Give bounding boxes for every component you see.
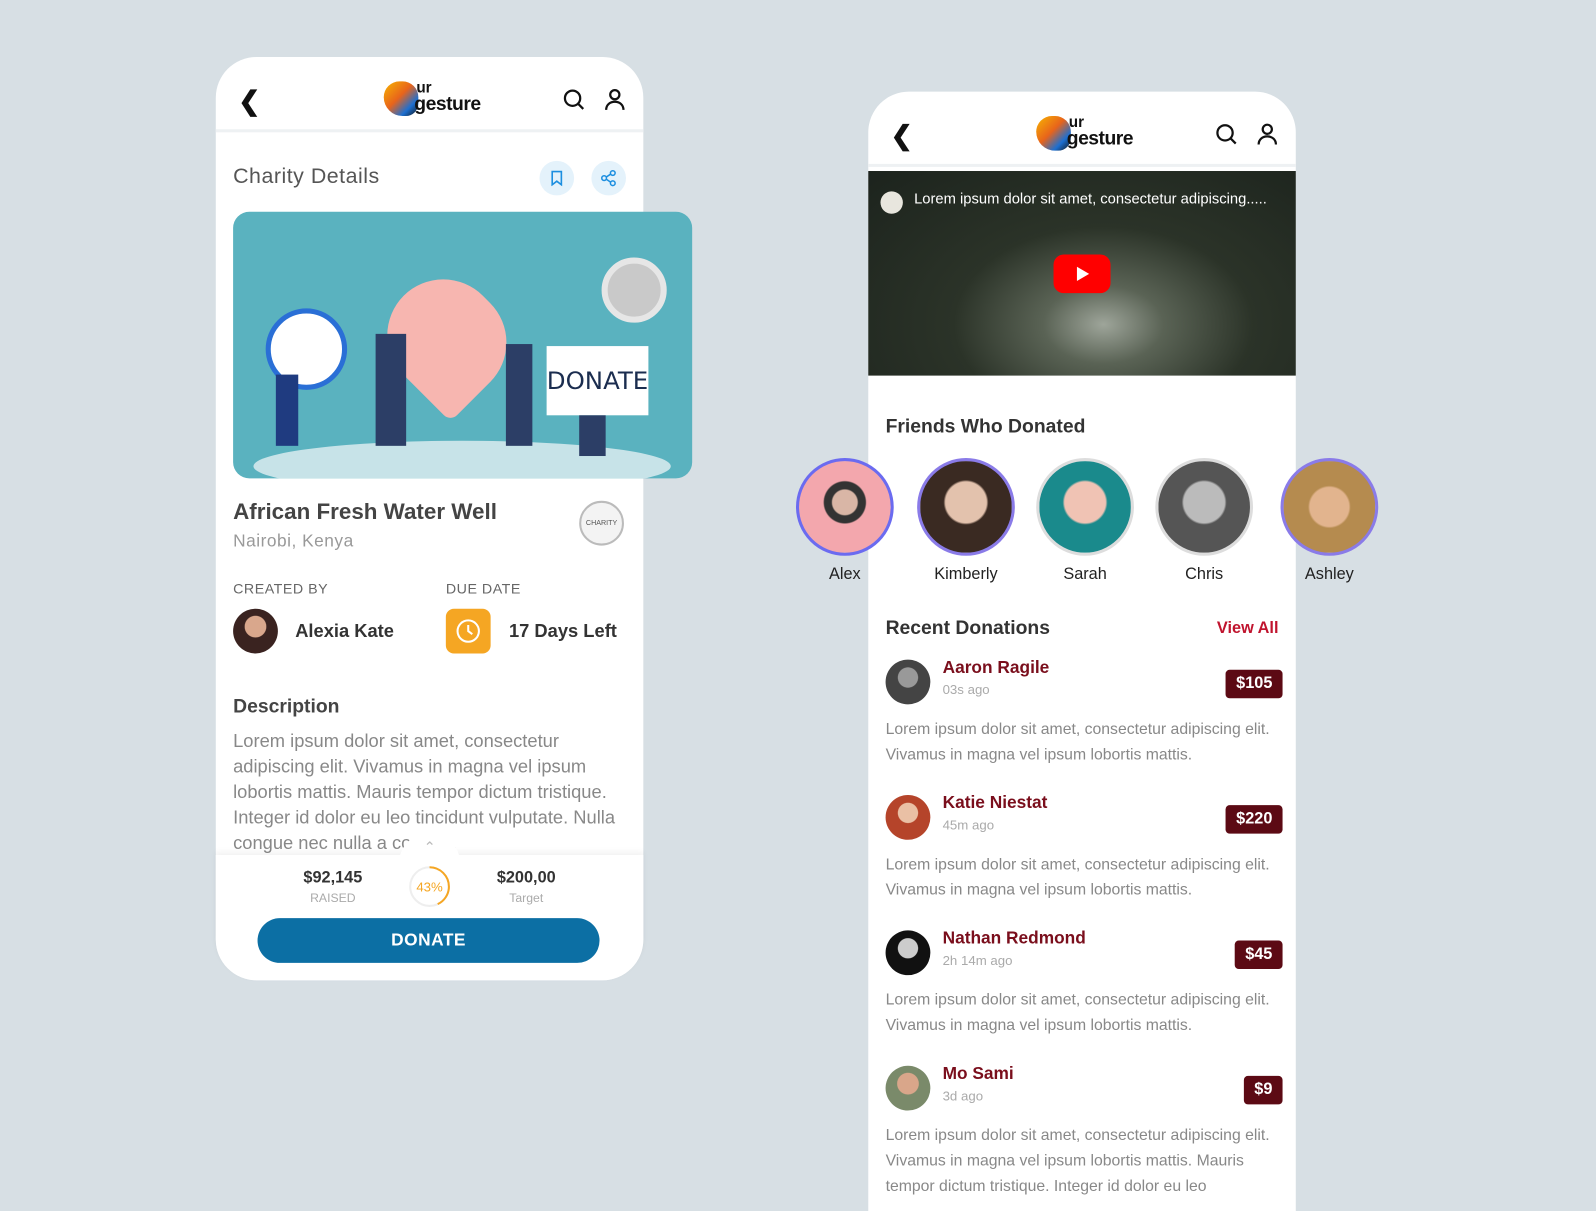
target-label: Target <box>509 890 544 905</box>
logo: ur gesture <box>1036 112 1134 155</box>
donor-name[interactable]: Nathan Redmond <box>943 928 1086 948</box>
back-icon[interactable]: ❮ <box>891 120 913 152</box>
user-icon[interactable] <box>1255 122 1279 146</box>
logo-text: gesture <box>414 93 481 116</box>
friend-avatar <box>1036 458 1134 556</box>
charity-badge: CHARITY <box>579 500 624 546</box>
donation-time: 3d ago <box>942 1088 984 1104</box>
recent-donations-title: Recent Donations <box>885 617 1050 640</box>
donation-message: Lorem ipsum dolor sit amet, consectetur … <box>885 856 1270 899</box>
donor-avatar <box>885 659 931 705</box>
raised-label: RAISED <box>310 890 356 905</box>
due-date-label: DUE DATE <box>445 580 521 597</box>
donation-message: Lorem ipsum dolor sit amet, consectetur … <box>885 991 1270 1035</box>
search-icon[interactable] <box>1214 122 1238 146</box>
logo: ur gesture <box>383 77 481 120</box>
clock-icon <box>445 608 491 654</box>
friend-name: Chris <box>1185 565 1224 584</box>
donation-summary: ⌃ $92,145 RAISED 43% $200,00 Target DONATE <box>215 832 644 981</box>
donation-amount: $9 <box>1244 1075 1283 1105</box>
hand-logo-icon <box>1036 116 1071 151</box>
friend-avatar <box>1155 458 1254 556</box>
friend-alex[interactable]: Alex <box>794 458 896 584</box>
friend-sarah[interactable]: Sarah <box>1034 458 1136 584</box>
progress-label: 43% <box>416 880 443 895</box>
target-amount: $200,00 <box>496 869 556 887</box>
charity-feed-screen: ❮ ur gesture Lorem ipsum dolor sit amet, … <box>795 91 1379 1211</box>
donate-button[interactable]: DONATE <box>257 918 600 963</box>
donation-time: 03s ago <box>942 681 990 698</box>
top-bar: ❮ ur gesture <box>215 57 644 133</box>
created-by-label: CREATED BY <box>233 580 329 597</box>
donor-name[interactable]: Mo Sami <box>943 1064 1014 1084</box>
donation-amount: $105 <box>1225 669 1283 699</box>
friend-avatar <box>1280 458 1379 556</box>
play-button[interactable] <box>1053 254 1111 294</box>
creator-name[interactable]: Alexia Kate <box>295 621 394 642</box>
donation-message: Lorem ipsum dolor sit amet, consectetur … <box>885 720 1270 764</box>
back-icon[interactable]: ❮ <box>238 86 260 118</box>
friend-name: Sarah <box>1063 565 1107 584</box>
hand-logo-icon <box>383 81 419 117</box>
friend-name: Ashley <box>1304 565 1354 584</box>
donor-name[interactable]: Aaron Ragile <box>943 658 1050 678</box>
charity-details-screen: ❮ ur gesture Charity Details DONATE Afric… <box>215 57 693 981</box>
view-all-link[interactable]: View All <box>1217 620 1279 638</box>
charity-location: Nairobi, Kenya <box>233 531 354 551</box>
donate-box: DONATE <box>546 346 649 416</box>
progress-ring: 43% <box>409 866 450 907</box>
share-button[interactable] <box>591 160 627 196</box>
friend-chris[interactable]: Chris <box>1153 458 1255 584</box>
donation-message: Lorem ipsum dolor sit amet, consectetur … <box>885 1126 1270 1196</box>
friend-avatar <box>795 458 894 556</box>
play-icon <box>1076 266 1090 281</box>
donor-avatar <box>885 1065 931 1111</box>
logo-text: gesture <box>1066 128 1134 150</box>
user-icon[interactable] <box>603 88 627 112</box>
bookmark-button[interactable] <box>539 160 575 196</box>
donation-amount: $45 <box>1235 940 1283 970</box>
friend-name: Kimberly <box>934 565 998 584</box>
badge-text: CHARITY <box>585 519 618 527</box>
share-icon <box>601 169 616 187</box>
video-title: Lorem ipsum dolor sit amet, consectetur … <box>914 191 1267 208</box>
coin-illustration <box>601 257 667 323</box>
donation-amount: $220 <box>1225 805 1283 834</box>
top-bar: ❮ ur gesture <box>868 92 1296 167</box>
donor-name[interactable]: Katie Niestat <box>943 793 1048 813</box>
donation-time: 2h 14m ago <box>942 952 1013 969</box>
bookmark-icon <box>551 170 563 187</box>
raised-amount: $92,145 <box>303 869 363 887</box>
creator-avatar <box>233 608 278 654</box>
description-title: Description <box>233 696 340 718</box>
page-title: Charity Details <box>233 164 380 189</box>
search-icon[interactable] <box>562 88 586 112</box>
donor-avatar <box>885 794 931 840</box>
donor-avatar <box>885 930 931 976</box>
due-value: 17 Days Left <box>508 620 617 642</box>
friend-avatar <box>917 458 1015 556</box>
video-player[interactable]: Lorem ipsum dolor sit amet, consectetur … <box>868 171 1296 376</box>
charity-name: African Fresh Water Well <box>233 498 497 525</box>
friend-ashley[interactable]: Ashley <box>1278 458 1380 584</box>
friend-kimberly[interactable]: Kimberly <box>915 458 1017 584</box>
friend-name: Alex <box>829 565 861 584</box>
channel-avatar <box>880 191 903 214</box>
friends-title: Friends Who Donated <box>885 416 1086 438</box>
donation-time: 45m ago <box>942 817 995 833</box>
charity-image: DONATE <box>233 211 693 479</box>
